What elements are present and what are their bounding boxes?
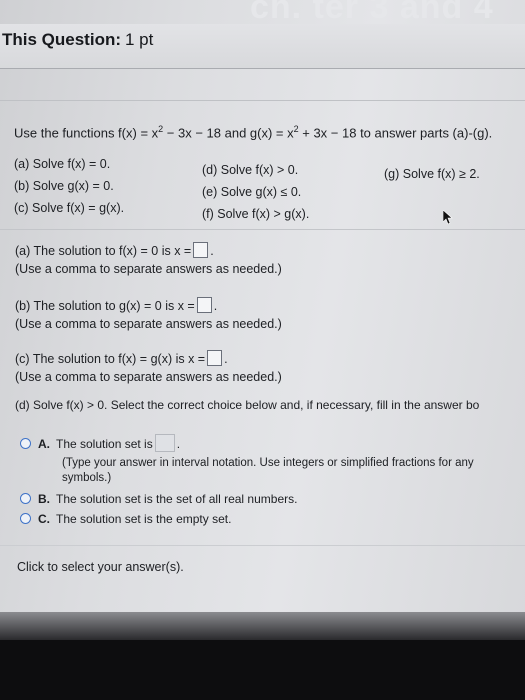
intro-text-1: Use the functions f(x) = x — [14, 125, 159, 141]
intro-text-3: + 3x − 18 to answer parts (a)-(g). — [298, 125, 493, 141]
answer-c-hint: (Use a comma to separate answers as need… — [15, 370, 282, 384]
part-c: (c) Solve f(x) = g(x). — [14, 201, 125, 215]
header-divider — [0, 68, 525, 69]
choice-a-hint-line1: (Type your answer in interval notation. … — [62, 457, 474, 469]
choice-c-row[interactable]: C. The solution set is the empty set. — [20, 512, 231, 526]
answer-a-hint: (Use a comma to separate answers as need… — [15, 262, 282, 276]
problem-intro: Use the functions f(x) = x2 − 3x − 18 an… — [14, 124, 492, 140]
question-points: 1 pt — [125, 30, 154, 49]
answer-b-label: (b) The solution to g(x) = 0 is x = — [15, 299, 195, 313]
question-screen: ch. ter 3 and 4 This Question: 1 pt Use t… — [0, 0, 525, 640]
choice-b-radio[interactable] — [20, 493, 31, 504]
choice-c-text: The solution set is the empty set. — [56, 512, 232, 526]
footer-divider — [0, 545, 525, 546]
intro-text-2: − 3x − 18 and g(x) = x — [163, 125, 294, 141]
part-e: (e) Solve g(x) ≤ 0. — [202, 185, 302, 199]
choice-a-radio[interactable] — [20, 438, 31, 449]
answer-a-label: (a) The solution to f(x) = 0 is x = — [15, 244, 192, 258]
question-label: This Question: 1 pt — [2, 30, 153, 50]
choice-b-row[interactable]: B. The solution set is the set of all rea… — [20, 492, 297, 506]
content-divider — [0, 100, 525, 101]
answer-a-prompt: (a) The solution to f(x) = 0 is x =. — [15, 242, 214, 258]
screen-bottom-edge — [0, 612, 525, 640]
part-g: (g) Solve f(x) ≥ 2. — [384, 167, 480, 181]
choice-b-letter: B. — [38, 492, 50, 506]
part-f: (f) Solve f(x) > g(x). — [202, 207, 310, 221]
answer-a-input[interactable] — [193, 242, 209, 258]
click-instruction: Click to select your answer(s). — [17, 560, 184, 574]
mouse-cursor-icon — [443, 210, 453, 224]
choice-a-hint-line2: symbols.) — [62, 472, 112, 484]
part-b: (b) Solve g(x) = 0. — [14, 179, 114, 193]
choice-c-letter: C. — [38, 512, 50, 526]
answer-c-input[interactable] — [207, 350, 223, 366]
answer-c-label: (c) The solution to f(x) = g(x) is x = — [15, 352, 206, 366]
answer-c-prompt: (c) The solution to f(x) = g(x) is x =. — [15, 350, 228, 366]
answer-b-prompt: (b) The solution to g(x) = 0 is x =. — [15, 297, 218, 313]
answers-divider — [0, 229, 525, 230]
answer-b-hint: (Use a comma to separate answers as need… — [15, 317, 282, 331]
choice-a-text: The solution set is — [56, 437, 153, 451]
chapter-title-ghost: ch. ter 3 and 4 — [250, 0, 494, 26]
part-d: (d) Solve f(x) > 0. — [202, 163, 299, 177]
choice-b-text: The solution set is the set of all real … — [56, 492, 298, 506]
choice-a-letter: A. — [38, 437, 50, 451]
answer-d-prompt: (d) Solve f(x) > 0. Select the correct c… — [15, 398, 480, 412]
choice-a-input[interactable] — [154, 434, 175, 452]
choice-a-row[interactable]: A. The solution set is. — [20, 434, 180, 452]
choice-c-radio[interactable] — [20, 513, 31, 524]
question-label-text: This Question: — [2, 30, 121, 49]
answer-b-input[interactable] — [196, 297, 212, 313]
part-a: (a) Solve f(x) = 0. — [14, 157, 111, 171]
